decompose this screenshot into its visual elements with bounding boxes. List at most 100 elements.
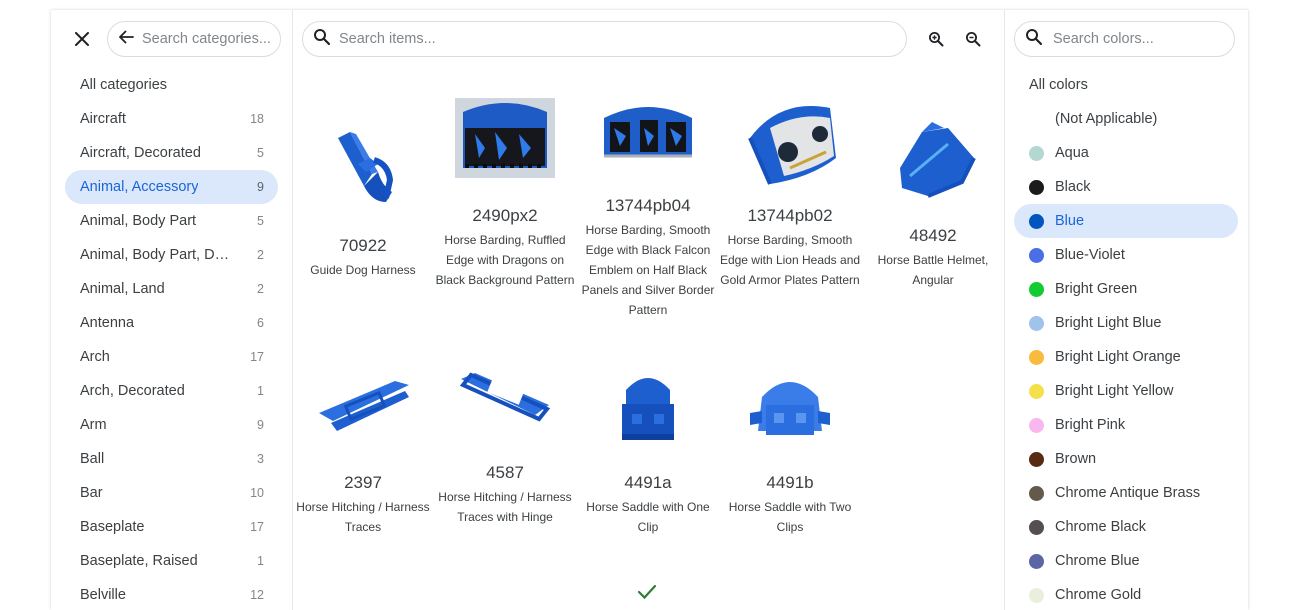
color-swatch xyxy=(1029,315,1044,331)
part-id: 4491b xyxy=(766,473,814,492)
zoom-out-icon[interactable] xyxy=(960,26,986,52)
category-list: All categories Aircraft 18 Aircraft, Deco… xyxy=(51,68,292,610)
color-item-chrome-antique-brass[interactable]: Chrome Antique Brass xyxy=(1014,476,1238,510)
zoom-in-icon[interactable] xyxy=(923,26,949,52)
part-id: 4587 xyxy=(486,463,524,482)
part-card-4491b[interactable] xyxy=(719,373,861,447)
color-swatch xyxy=(1029,281,1044,297)
item-search-input[interactable] xyxy=(339,31,906,47)
color-swatch xyxy=(1029,451,1044,467)
color-swatch xyxy=(1029,383,1044,399)
colors-header xyxy=(1005,10,1248,68)
color-swatch xyxy=(1029,179,1044,195)
search-icon xyxy=(1025,28,1043,51)
color-item-blue[interactable]: Blue xyxy=(1014,204,1238,238)
category-item-belville[interactable]: Belville 12 xyxy=(65,578,278,610)
color-item-bright-light-orange[interactable]: Bright Light Orange xyxy=(1014,340,1238,374)
color-swatch xyxy=(1029,145,1044,161)
part-name: Guide Dog Harness xyxy=(310,263,416,277)
category-item-animal-accessory[interactable]: Animal, Accessory 9 xyxy=(65,170,278,204)
color-swatch xyxy=(1029,417,1044,433)
color-item-all[interactable]: All colors xyxy=(1014,68,1238,102)
color-item-chrome-black[interactable]: Chrome Black xyxy=(1014,510,1238,544)
category-item-aircraft[interactable]: Aircraft 18 xyxy=(65,102,278,136)
part-image-horse-saddle-one-clip xyxy=(622,378,674,440)
category-item-aircraft-decorated[interactable]: Aircraft, Decorated 5 xyxy=(65,136,278,170)
category-item-animal-body-part[interactable]: Animal, Body Part 5 xyxy=(65,204,278,238)
categories-panel: All categories Aircraft18 Aircraft, Deco… xyxy=(51,10,293,610)
color-item-chrome-gold[interactable]: Chrome Gold xyxy=(1014,578,1238,610)
category-item-animal-land[interactable]: Animal, Land 2 xyxy=(65,272,278,306)
category-item-baseplate-raised[interactable]: Baseplate, Raised 1 xyxy=(65,544,278,578)
color-item-aqua[interactable]: Aqua xyxy=(1014,136,1238,170)
category-item-all[interactable]: All categories xyxy=(65,68,278,102)
category-search-box xyxy=(107,21,281,57)
part-card-13744pb02[interactable] xyxy=(719,98,861,188)
part-caption-4491a: 4491a Horse Saddle with One Clip xyxy=(577,473,719,537)
part-id: 2490px2 xyxy=(472,206,538,225)
part-caption-70922: 70922 Guide Dog Harness xyxy=(292,236,434,280)
back-arrow-icon[interactable] xyxy=(118,29,134,50)
part-image-horse-saddle-two-clips xyxy=(750,382,830,435)
color-item-bright-light-blue[interactable]: Bright Light Blue xyxy=(1014,306,1238,340)
part-name: Horse Saddle with Two Clips xyxy=(728,500,852,534)
part-id: 4491a xyxy=(624,473,672,492)
color-item-chrome-blue[interactable]: Chrome Blue xyxy=(1014,544,1238,578)
catalog-app: All categories Aircraft18 Aircraft, Deco… xyxy=(51,10,1248,610)
part-caption-2490px2: 2490px2 Horse Barding, Ruffled Edge with… xyxy=(434,206,576,290)
part-caption-48492: 48492 Horse Battle Helmet, Angular xyxy=(862,226,1004,290)
item-search-box xyxy=(302,21,907,57)
part-image-guide-dog-harness xyxy=(338,132,394,202)
category-item-animal-body-part-decorated[interactable]: Animal, Body Part, Dec... 2 xyxy=(65,238,278,272)
part-name: Horse Barding, Ruffled Edge with Dragons… xyxy=(435,233,575,287)
category-item-ball[interactable]: Ball 3 xyxy=(65,442,278,476)
color-swatch xyxy=(1029,247,1044,263)
part-card-13744pb04[interactable] xyxy=(577,98,719,168)
part-caption-2397: 2397 Horse Hitching / Harness Traces xyxy=(292,473,434,537)
color-item-black[interactable]: Black xyxy=(1014,170,1238,204)
category-item-arm[interactable]: Arm 9 xyxy=(65,408,278,442)
category-item-bar[interactable]: Bar 10 xyxy=(65,476,278,510)
color-swatch xyxy=(1029,485,1044,501)
category-item-arch-decorated[interactable]: Arch, Decorated 1 xyxy=(65,374,278,408)
part-name: Horse Saddle with One Clip xyxy=(586,500,710,534)
search-icon xyxy=(313,28,331,51)
part-caption-4491b: 4491b Horse Saddle with Two Clips xyxy=(719,473,861,537)
part-id: 13744pb04 xyxy=(605,196,691,215)
part-id: 48492 xyxy=(909,226,957,245)
part-card-4491a[interactable] xyxy=(577,370,719,444)
part-caption-13744pb02: 13744pb02 Horse Barding, Smooth Edge wit… xyxy=(719,206,861,290)
part-image-horse-battle-helmet xyxy=(900,122,976,198)
part-id: 13744pb02 xyxy=(747,206,833,225)
category-item-baseplate[interactable]: Baseplate 17 xyxy=(65,510,278,544)
color-item-bright-green[interactable]: Bright Green xyxy=(1014,272,1238,306)
color-swatch xyxy=(1029,519,1044,535)
part-card-2397[interactable] xyxy=(292,375,434,439)
items-header xyxy=(293,10,1004,68)
category-item-arch[interactable]: Arch 17 xyxy=(65,340,278,374)
color-item-blue-violet[interactable]: Blue-Violet xyxy=(1014,238,1238,272)
part-card-2490px2[interactable] xyxy=(434,98,576,178)
part-card-48492[interactable] xyxy=(862,118,1004,202)
color-swatch xyxy=(1029,349,1044,365)
color-swatch xyxy=(1029,213,1044,229)
part-image-horse-barding-lion xyxy=(748,106,836,185)
color-search-input[interactable] xyxy=(1053,31,1234,47)
color-item-brown[interactable]: Brown xyxy=(1014,442,1238,476)
category-item-antenna[interactable]: Antenna 6 xyxy=(65,306,278,340)
color-item-bright-pink[interactable]: Bright Pink xyxy=(1014,408,1238,442)
checkmark-icon xyxy=(637,584,657,605)
part-id: 70922 xyxy=(339,236,387,255)
color-item-bright-light-yellow[interactable]: Bright Light Yellow xyxy=(1014,374,1238,408)
close-icon[interactable] xyxy=(71,28,93,50)
part-name: Horse Barding, Smooth Edge with Black Fa… xyxy=(581,223,715,317)
color-item-not-applicable[interactable]: (Not Applicable) xyxy=(1014,102,1238,136)
color-search-box xyxy=(1014,21,1235,57)
part-name: Horse Hitching / Harness Traces with Hin… xyxy=(438,490,572,524)
part-card-70922[interactable] xyxy=(292,128,434,210)
part-card-4587[interactable] xyxy=(434,365,576,429)
part-name: Horse Hitching / Harness Traces xyxy=(296,500,430,534)
category-search-input[interactable] xyxy=(142,31,280,47)
color-swatch xyxy=(1029,587,1044,603)
colors-panel: All colors (Not Applicable) Aqua Black B… xyxy=(1005,10,1248,610)
